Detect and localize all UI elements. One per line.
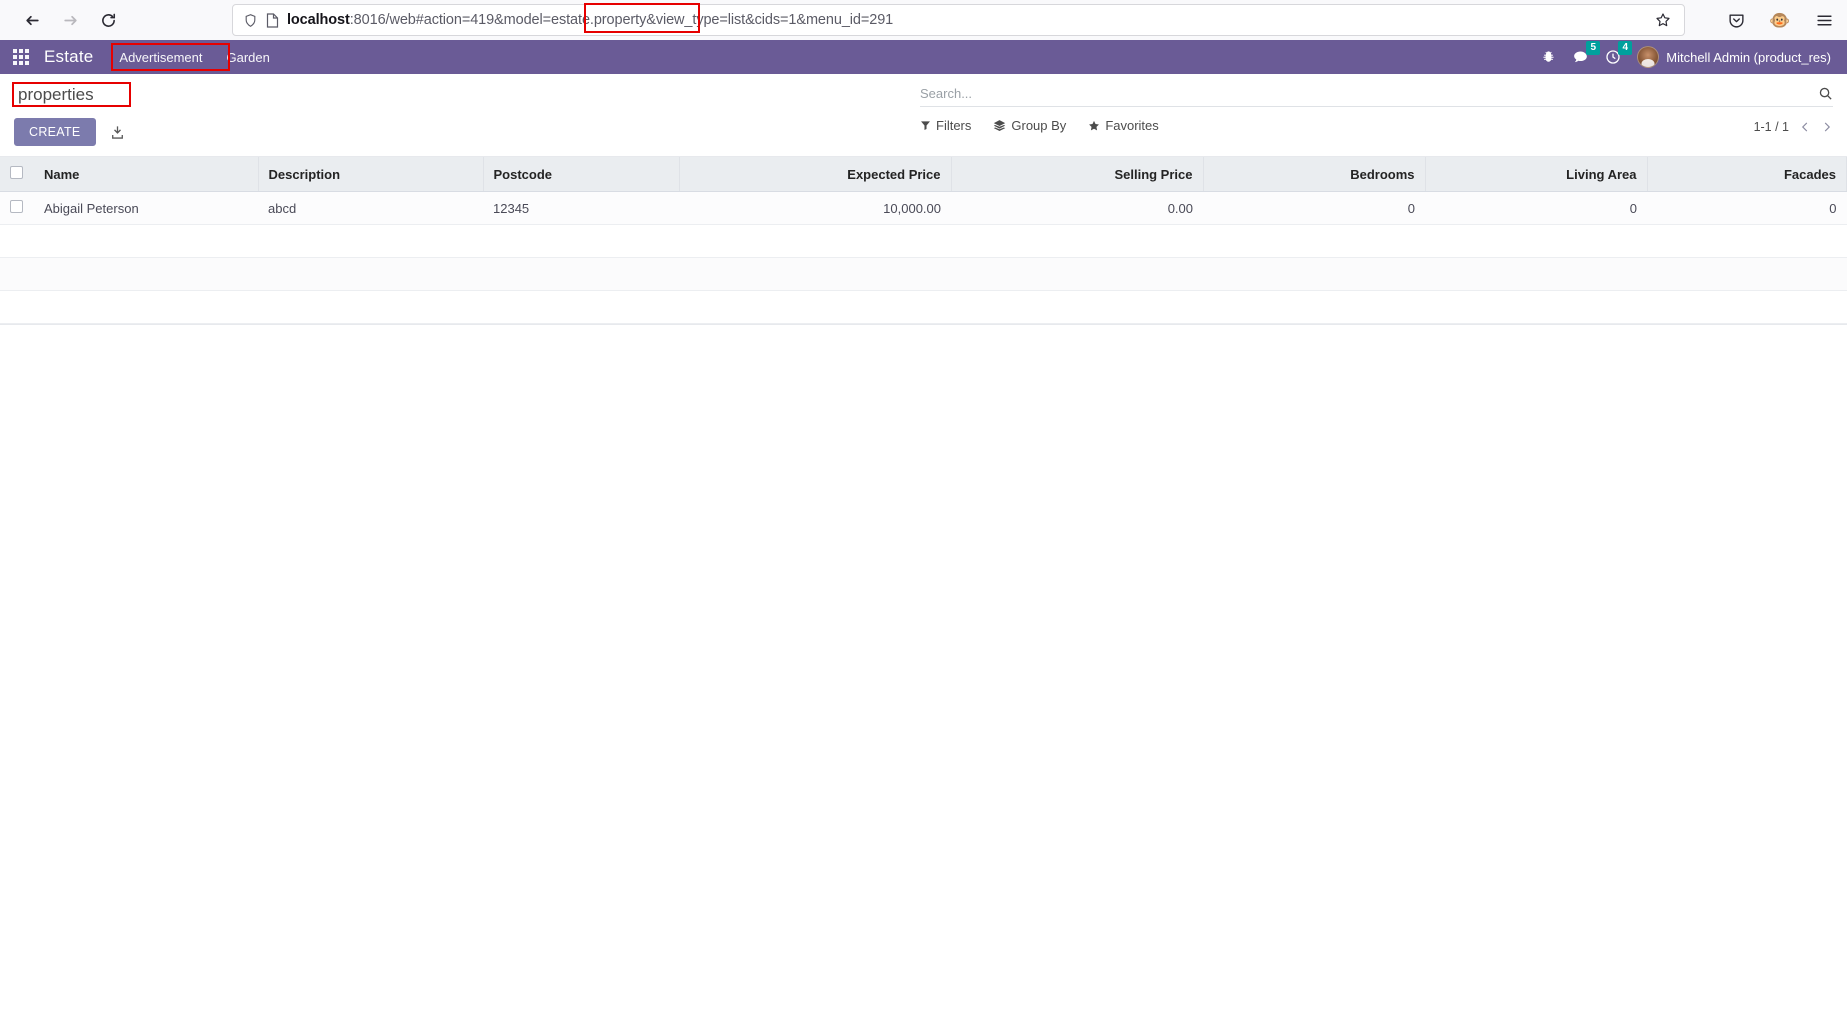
row-checkbox-cell[interactable] bbox=[0, 191, 34, 225]
layers-icon bbox=[994, 120, 1006, 132]
column-header-bedrooms[interactable]: Bedrooms bbox=[1203, 157, 1426, 192]
pocket-icon[interactable] bbox=[1721, 5, 1751, 35]
group-by-label: Group By bbox=[1011, 118, 1067, 133]
empty-cell bbox=[0, 224, 1847, 258]
page-background bbox=[0, 325, 1847, 1009]
cell-name: Abigail Peterson bbox=[34, 191, 258, 225]
shield-icon[interactable] bbox=[243, 13, 258, 28]
favorites-label: Favorites bbox=[1105, 118, 1159, 133]
cell-facades: 0 bbox=[1647, 191, 1847, 225]
search-input[interactable] bbox=[920, 86, 1812, 101]
empty-cell bbox=[0, 257, 1847, 291]
navbar-menu: Advertisement Garden bbox=[107, 40, 281, 74]
url-text[interactable]: localhost:8016/web#action=419&model=esta… bbox=[287, 5, 1642, 35]
navbar-systray: 5 4 Mitchell Admin (product_res) bbox=[1541, 40, 1835, 74]
search-icon[interactable] bbox=[1812, 86, 1833, 101]
column-header-living-area[interactable]: Living Area bbox=[1425, 157, 1648, 192]
cell-postcode: 12345 bbox=[483, 191, 679, 225]
activities-badge: 4 bbox=[1618, 41, 1633, 55]
odoo-navbar: Estate Advertisement Garden 5 4 Mitchell… bbox=[0, 40, 1847, 74]
url-bar-container: localhost:8016/web#action=419&model=esta… bbox=[232, 3, 1685, 36]
table-row[interactable]: Abigail Peterson abcd 12345 10,000.00 0.… bbox=[0, 191, 1847, 225]
select-all-checkbox[interactable] bbox=[10, 166, 23, 179]
debug-bug-icon[interactable] bbox=[1541, 50, 1556, 65]
list-view: Name Description Postcode Expected Price… bbox=[0, 157, 1847, 325]
apps-menu-icon[interactable] bbox=[8, 44, 34, 70]
page-info-icon[interactable] bbox=[266, 12, 279, 28]
user-name: Mitchell Admin (product_res) bbox=[1666, 49, 1831, 65]
reload-button[interactable] bbox=[92, 4, 124, 36]
table-header: Name Description Postcode Expected Price… bbox=[0, 157, 1847, 192]
cell-living-area: 0 bbox=[1425, 191, 1647, 225]
pager: 1-1 / 1 bbox=[1754, 120, 1833, 134]
star-icon bbox=[1089, 120, 1100, 130]
browser-toolbar-right: 🐵 bbox=[1721, 4, 1839, 36]
filters-label: Filters bbox=[936, 118, 972, 133]
forward-button[interactable] bbox=[54, 4, 86, 36]
url-after: &view_type=list&cids=1&menu_id=291 bbox=[646, 12, 894, 28]
url-model-param: estate.property bbox=[551, 12, 647, 28]
activities-clock-icon[interactable]: 4 bbox=[1605, 41, 1633, 65]
empty-row bbox=[0, 257, 1847, 291]
create-button[interactable]: CREATE bbox=[14, 118, 96, 146]
bookmark-star-icon[interactable] bbox=[1650, 7, 1676, 33]
user-menu[interactable]: Mitchell Admin (product_res) bbox=[1637, 46, 1831, 68]
cell-bedrooms: 0 bbox=[1203, 191, 1425, 225]
control-panel: properties CREATE Filters Group By bbox=[0, 74, 1847, 157]
cell-selling-price: 0.00 bbox=[951, 191, 1203, 225]
table-header-row: Name Description Postcode Expected Price… bbox=[0, 157, 1847, 192]
select-all-header[interactable] bbox=[0, 157, 34, 192]
table-body: Abigail Peterson abcd 12345 10,000.00 0.… bbox=[0, 191, 1847, 324]
column-header-expected-price[interactable]: Expected Price bbox=[679, 157, 952, 192]
control-panel-top: properties bbox=[0, 74, 1847, 114]
url-before: :8016/web#action=419&model= bbox=[349, 12, 552, 28]
empty-row bbox=[0, 290, 1847, 324]
column-header-name[interactable]: Name bbox=[34, 157, 259, 192]
control-panel-bottom: CREATE Filters Group By Favorites 1-1 / … bbox=[0, 114, 1847, 156]
pager-range: 1-1 / 1 bbox=[1753, 120, 1789, 134]
back-button[interactable] bbox=[16, 4, 48, 36]
browser-chrome: localhost:8016/web#action=419&model=esta… bbox=[0, 0, 1847, 40]
cell-expected-price: 10,000.00 bbox=[679, 191, 951, 225]
url-bar[interactable]: localhost:8016/web#action=419&model=esta… bbox=[232, 4, 1685, 36]
column-header-selling-price[interactable]: Selling Price bbox=[951, 157, 1204, 192]
breadcrumb[interactable]: properties bbox=[14, 82, 98, 108]
cell-description: abcd bbox=[258, 191, 483, 225]
messages-badge: 5 bbox=[1586, 40, 1601, 55]
empty-row bbox=[0, 224, 1847, 258]
pager-previous-icon[interactable] bbox=[1799, 121, 1811, 133]
empty-cell bbox=[0, 290, 1847, 324]
pager-next-icon[interactable] bbox=[1821, 121, 1833, 133]
column-header-description[interactable]: Description bbox=[258, 157, 484, 192]
filters-dropdown[interactable]: Filters bbox=[920, 118, 971, 133]
avatar bbox=[1637, 46, 1660, 68]
column-header-facades[interactable]: Facades bbox=[1647, 157, 1847, 192]
menu-item-advertisement[interactable]: Advertisement bbox=[107, 40, 214, 74]
messages-icon[interactable]: 5 bbox=[1572, 40, 1601, 66]
records-table: Name Description Postcode Expected Price… bbox=[0, 157, 1847, 324]
funnel-icon bbox=[921, 121, 930, 130]
menu-item-garden[interactable]: Garden bbox=[215, 40, 282, 74]
app-brand-estate[interactable]: Estate bbox=[40, 47, 107, 67]
browser-nav-buttons bbox=[10, 4, 124, 36]
url-host: localhost bbox=[287, 12, 350, 28]
monkey-extension-icon[interactable]: 🐵 bbox=[1765, 5, 1795, 35]
search-bar bbox=[920, 86, 1833, 107]
column-header-postcode[interactable]: Postcode bbox=[483, 157, 680, 192]
row-checkbox[interactable] bbox=[10, 200, 23, 213]
search-options: Filters Group By Favorites bbox=[920, 118, 1159, 133]
import-records-icon[interactable] bbox=[110, 125, 125, 140]
group-by-dropdown[interactable]: Group By bbox=[993, 118, 1066, 133]
favorites-dropdown[interactable]: Favorites bbox=[1088, 118, 1159, 133]
hamburger-menu-icon[interactable] bbox=[1809, 5, 1839, 35]
